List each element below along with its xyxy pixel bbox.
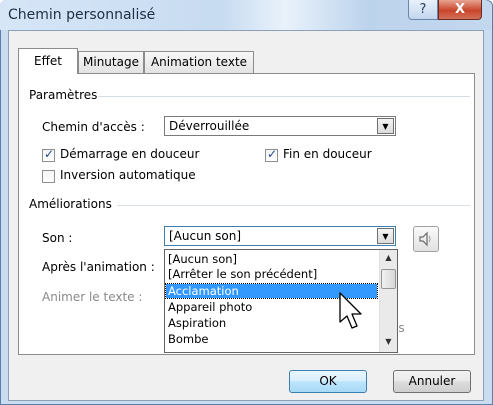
auto-reverse-checkbox[interactable] (42, 170, 55, 183)
scroll-thumb[interactable] (381, 269, 396, 289)
sound-label: Son : (42, 231, 73, 245)
group-heading-ameliorations: Améliorations (29, 197, 112, 211)
dropdown-option[interactable]: [Aucun son] (166, 252, 377, 266)
help-button[interactable]: ? (408, 0, 438, 20)
speaker-icon (419, 231, 431, 247)
sound-combobox[interactable]: [Aucun son] ▼ (164, 226, 396, 246)
speaker-button[interactable] (413, 226, 439, 252)
group-divider (117, 205, 470, 206)
tab-minutage[interactable]: Minutage (78, 51, 144, 73)
close-button[interactable]: X (438, 0, 482, 20)
cancel-button[interactable]: Annuler (393, 370, 471, 393)
animate-text-label: Animer le texte : (42, 290, 143, 304)
smooth-start-label[interactable]: Démarrage en douceur (60, 147, 199, 161)
path-value: Déverrouillée (169, 119, 250, 133)
smooth-end-checkbox[interactable] (265, 147, 278, 162)
auto-reverse-label[interactable]: Inversion automatique (60, 168, 196, 182)
chevron-down-icon[interactable]: ▼ (377, 228, 394, 244)
group-heading-parametres: Paramètres (29, 88, 98, 102)
dropdown-option[interactable]: [Arrêter le son précédent] (166, 267, 377, 281)
scroll-down-icon[interactable]: ▼ (380, 334, 397, 350)
dropdown-scrollbar[interactable]: ▲ ▼ (379, 250, 397, 352)
tab-animation-texte[interactable]: Animation texte (144, 51, 254, 73)
mouse-pointer-icon (339, 292, 362, 329)
chevron-down-icon[interactable]: ▼ (377, 118, 394, 134)
path-combobox[interactable]: Déverrouillée ▼ (164, 116, 396, 136)
tab-effet[interactable]: Effet (18, 48, 78, 74)
ok-button[interactable]: OK (289, 370, 367, 393)
sound-value: [Aucun son] (169, 229, 241, 243)
smooth-end-label[interactable]: Fin en douceur (283, 147, 372, 161)
window-title: Chemin personnalisé (8, 7, 156, 23)
scroll-up-icon[interactable]: ▲ (380, 250, 397, 266)
smooth-start-checkbox[interactable] (42, 147, 55, 162)
group-divider (98, 96, 470, 97)
dropdown-option[interactable]: Bombe (166, 332, 377, 346)
after-animation-label: Après l'animation : (42, 260, 155, 274)
path-label: Chemin d'accès : (42, 120, 145, 134)
